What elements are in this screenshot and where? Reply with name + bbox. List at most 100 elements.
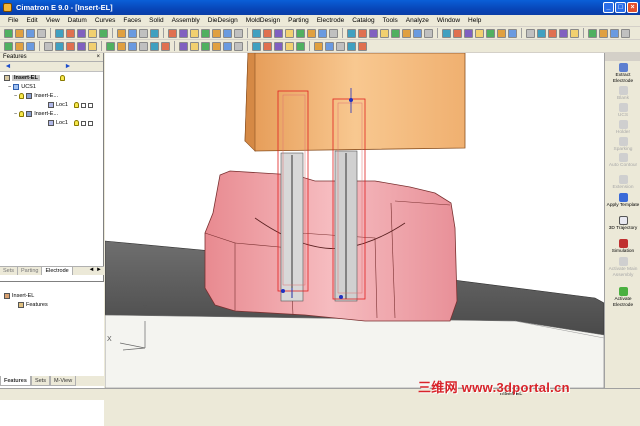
menu-edit[interactable]: Edit [26,17,37,24]
toolbar-tool-icon[interactable] [252,41,261,51]
auto-contour-button[interactable]: Auto Contour [605,153,640,169]
activate-electrode-button[interactable]: Activate Electrode [605,287,640,308]
toolbar-tool-icon[interactable] [44,41,53,51]
toolbar-tool-icon[interactable] [402,28,411,38]
toolbar-tool-icon[interactable] [358,28,367,38]
sparking-button[interactable]: Sparking [605,137,640,153]
toolbar-tool-icon[interactable] [179,28,188,38]
visibility-bulb-icon[interactable] [73,102,79,108]
menu-curves[interactable]: Curves [95,17,116,24]
tab-m-view[interactable]: M-View [49,376,77,386]
toolbar-tool-icon[interactable] [66,41,75,51]
toolbar-tool-icon[interactable] [128,41,137,51]
toolbar-tool-icon[interactable] [285,41,294,51]
toolbar-tool-icon[interactable] [139,28,148,38]
collapse-icon[interactable]: − [14,93,17,99]
tree-item-ucs1[interactable]: − UCS1 [8,83,36,91]
toolbar-tool-icon[interactable] [223,41,232,51]
tab-electrode[interactable]: Electrode [42,267,73,275]
close-button[interactable]: × [627,2,638,13]
toolbar-tool-icon[interactable] [537,28,546,38]
maximize-button[interactable]: □ [615,2,626,13]
toolbar-tool-icon[interactable] [15,41,24,51]
tree-item-loc1-b[interactable]: Loc1 [48,119,93,127]
visibility-bulb-icon[interactable] [19,93,25,99]
extension-button[interactable]: Extension [605,175,640,191]
checkbox-icon[interactable] [80,120,86,126]
toolbar-tool-icon[interactable] [486,28,495,38]
toolbar-tool-icon[interactable] [318,28,327,38]
toolbar-tool-icon[interactable] [212,28,221,38]
menu-parting[interactable]: Parting [288,17,309,24]
toolbar-tool-icon[interactable] [325,41,334,51]
toolbar-tool-icon[interactable] [161,41,170,51]
toolbar-tool-icon[interactable] [4,28,13,38]
toolbar-tool-icon[interactable] [234,28,243,38]
toolbar-tool-icon[interactable] [99,28,108,38]
toolbar-tool-icon[interactable] [55,41,64,51]
window-title-bar[interactable]: Cimatron E 9.0 - [Insert-EL] _ □ × [0,0,640,15]
menu-file[interactable]: File [8,17,18,24]
collapse-icon[interactable]: − [8,84,11,90]
toolbar-tool-icon[interactable] [179,41,188,51]
toolbar-tool-icon[interactable] [263,28,272,38]
extract-electrode-button[interactable]: Extract Electrode [605,63,640,84]
menu-diedesign[interactable]: DieDesign [208,17,238,24]
toolbar-tool-icon[interactable] [201,41,210,51]
toolbar-tool-icon[interactable] [621,28,630,38]
toolbar-tool-icon[interactable] [526,28,535,38]
toolbar-tool-icon[interactable] [453,28,462,38]
menu-tools[interactable]: Tools [383,17,398,24]
back-arrow-icon[interactable]: ◄ [3,63,13,71]
toolbar-tool-icon[interactable] [117,41,126,51]
tab-parting[interactable]: Parting [18,267,43,275]
toolbar-tool-icon[interactable] [559,28,568,38]
toolbar-tool-icon[interactable] [26,41,35,51]
checkbox-icon[interactable] [87,102,93,108]
menu-faces[interactable]: Faces [123,17,141,24]
toolbar-tool-icon[interactable] [475,28,484,38]
toolbar-tool-icon[interactable] [88,28,97,38]
collapse-icon[interactable]: − [14,111,17,117]
toolbar-tool-icon[interactable] [128,28,137,38]
toolbar-tool-icon[interactable] [117,28,126,38]
toolbar-tool-icon[interactable] [139,41,148,51]
minimize-button[interactable]: _ [603,2,614,13]
visibility-bulb-icon[interactable] [19,111,25,117]
toolbar-tool-icon[interactable] [347,28,356,38]
tab-sets[interactable]: Sets [0,267,19,275]
toolbar-tool-icon[interactable] [150,28,159,38]
toolbar-tool-icon[interactable] [212,41,221,51]
toolbar-tool-icon[interactable] [296,41,305,51]
toolbar-tool-icon[interactable] [223,28,232,38]
menu-analyze[interactable]: Analyze [406,17,429,24]
toolbar-tool-icon[interactable] [369,28,378,38]
toolbar-tool-icon[interactable] [548,28,557,38]
visibility-bulb-icon[interactable] [59,75,65,81]
menu-help[interactable]: Help [468,17,481,24]
3d-trajectory-button[interactable]: 3D Trajectory [605,216,640,232]
tree-item-loc1-a[interactable]: Loc1 [48,101,93,109]
toolbar-tool-icon[interactable] [274,28,283,38]
toolbar-tool-icon[interactable] [442,28,451,38]
blank-button[interactable]: Blank [605,86,640,102]
toolbar-tool-icon[interactable] [391,28,400,38]
toolbar-tool-icon[interactable] [168,28,177,38]
toolbar-tool-icon[interactable] [307,28,316,38]
toolbar-tool-icon[interactable] [329,28,338,38]
toolbar-tool-icon[interactable] [77,41,86,51]
tab-sets-bottom[interactable]: Sets [30,376,50,386]
visibility-bulb-icon[interactable] [73,120,79,126]
checkbox-icon[interactable] [80,102,86,108]
menu-assembly[interactable]: Assembly [172,17,200,24]
lower-tree-item-features[interactable]: Features [18,301,48,309]
tab-scroll-arrows-icon[interactable]: ◄ ► [88,267,102,273]
simulation-button[interactable]: Simulation [605,239,640,255]
toolbar-tool-icon[interactable] [314,41,323,51]
toolbar-tool-icon[interactable] [464,28,473,38]
toolbar-tool-icon[interactable] [15,28,24,38]
toolbar-tool-icon[interactable] [201,28,210,38]
menu-datum[interactable]: Datum [68,17,87,24]
toolbar-tool-icon[interactable] [296,28,305,38]
toolbar-tool-icon[interactable] [380,28,389,38]
